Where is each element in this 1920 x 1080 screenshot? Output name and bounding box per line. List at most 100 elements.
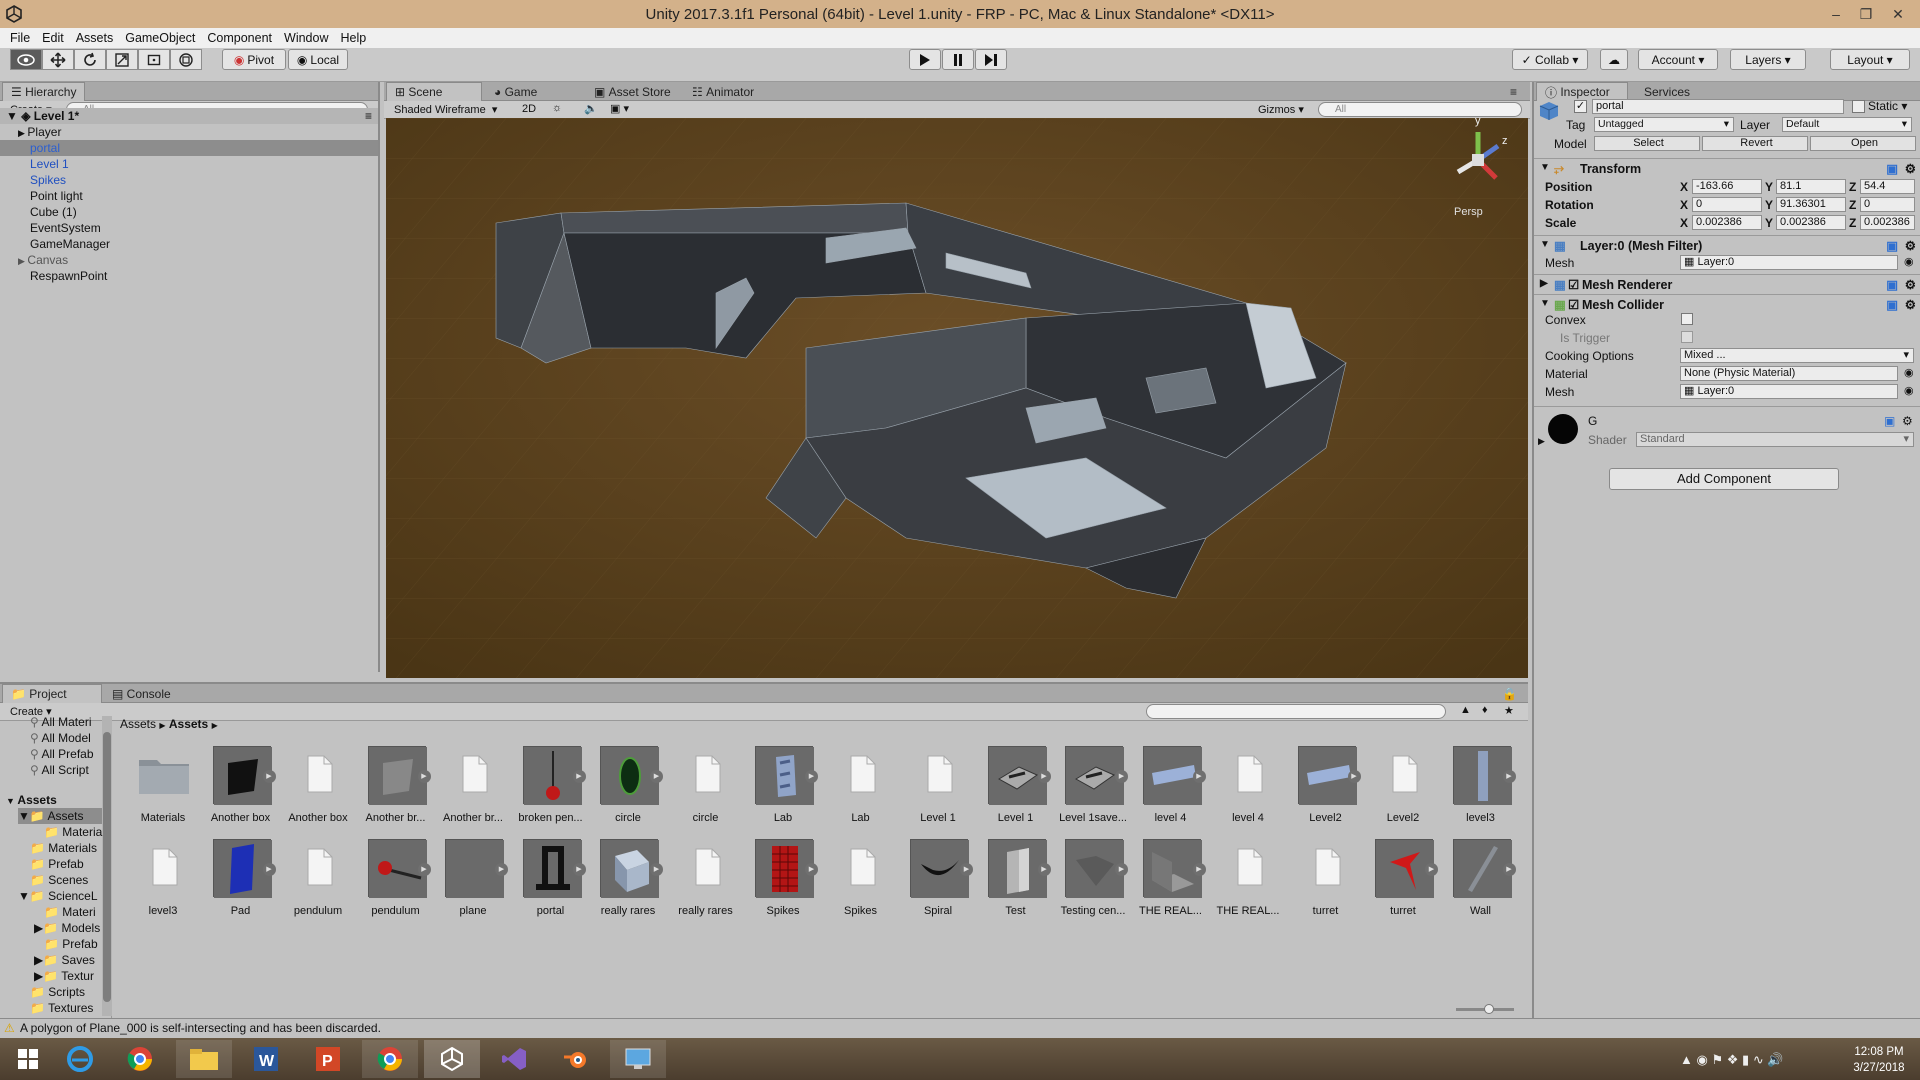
hier-item-spikes[interactable]: Spikes — [0, 172, 378, 188]
convex-checkbox[interactable] — [1681, 313, 1693, 325]
menu-file[interactable]: File — [4, 31, 36, 45]
favorite-star-icon[interactable]: ★ — [1504, 704, 1514, 717]
asset-item[interactable]: ▶ really rares — [590, 839, 666, 929]
expand-arrow-icon[interactable]: ▶ — [1538, 436, 1545, 447]
asset-item[interactable]: ▶ circle — [590, 746, 666, 836]
hier-item-canvas[interactable]: ▶ Canvas — [0, 252, 378, 268]
zoom-slider[interactable] — [1456, 1004, 1514, 1014]
expand-asset-icon[interactable]: ▶ — [1037, 863, 1051, 876]
tree-folder[interactable]: 📁 Prefab — [30, 856, 84, 872]
expand-asset-icon[interactable]: ▶ — [1115, 863, 1128, 876]
taskbar-clock[interactable]: 12:08 PM 3/27/2018 — [1844, 1044, 1914, 1076]
lock-icon[interactable]: 🔒 — [1494, 684, 1525, 703]
rotation-x-field[interactable]: 0 — [1692, 197, 1762, 212]
project-search-input[interactable] — [1146, 704, 1446, 719]
unity-taskbar-icon[interactable] — [424, 1040, 480, 1078]
local-button[interactable]: ◉ Local — [288, 49, 348, 70]
scene-viewport[interactable]: y z Persp — [386, 118, 1528, 678]
asset-item[interactable]: ▶ portal — [513, 839, 589, 929]
expand-asset-icon[interactable]: ▶ — [417, 863, 431, 876]
tree-folder[interactable]: ▶📁 Textur — [34, 968, 94, 984]
tab-console[interactable]: ▤ Console — [104, 684, 179, 703]
hier-item-point-light[interactable]: Point light — [0, 188, 378, 204]
tree-assets-selected[interactable]: ▼📁 Assets — [18, 808, 102, 824]
static-checkbox[interactable] — [1852, 100, 1865, 113]
asset-item[interactable]: Spikes — [823, 839, 899, 929]
position-y-field[interactable]: 81.1 — [1776, 179, 1846, 194]
asset-item[interactable]: ▶ Another box — [203, 746, 279, 836]
gear-icon[interactable]: ⚙ — [1905, 297, 1916, 312]
favorite-all-models[interactable]: ⚲ All Model — [30, 730, 91, 746]
expand-asset-icon[interactable]: ▶ — [1425, 863, 1438, 876]
scene-menu-icon[interactable]: ≡ — [365, 108, 372, 124]
2d-toggle[interactable]: 2D — [522, 103, 536, 115]
pause-button[interactable] — [942, 49, 974, 70]
shading-mode-dropdown[interactable]: Shaded Wireframe ▾ — [394, 103, 508, 117]
asset-item[interactable]: ▶ pendulum — [358, 839, 434, 929]
is-trigger-checkbox[interactable] — [1681, 331, 1693, 343]
model-open-button[interactable]: Open — [1810, 136, 1916, 151]
tab-project[interactable]: 📁 Project — [2, 684, 102, 703]
material-preview-sphere[interactable] — [1548, 414, 1578, 444]
asset-item[interactable]: Level 1 — [900, 746, 976, 836]
pivot-button[interactable]: ◉ Pivot — [222, 49, 286, 70]
asset-item[interactable]: ▶ Another br... — [358, 746, 434, 836]
scale-x-field[interactable]: 0.002386 — [1692, 215, 1762, 230]
effects-dropdown-icon[interactable]: ▣ ▾ — [610, 102, 629, 115]
mesh-renderer-header[interactable]: ▶ ▦ ☑ Mesh Renderer ▣ ⚙ — [1534, 274, 1920, 294]
breadcrumb-item[interactable]: Assets — [169, 717, 208, 731]
asset-item[interactable]: ▶ Level 1save... — [1055, 746, 1131, 836]
powerpoint-icon[interactable]: P — [300, 1040, 356, 1078]
rotation-y-field[interactable]: 91.36301 — [1776, 197, 1846, 212]
expand-asset-icon[interactable]: ▶ — [262, 863, 276, 876]
cloud-button[interactable]: ☁ — [1600, 49, 1628, 70]
tab-animator[interactable]: ☷ Animator — [684, 82, 762, 101]
menu-edit[interactable]: Edit — [36, 31, 70, 45]
step-button[interactable] — [975, 49, 1007, 70]
scene-search-input[interactable]: All — [1318, 102, 1522, 117]
project-tree-scrollbar[interactable] — [102, 716, 112, 1016]
tab-scene[interactable]: ⊞ Scene — [386, 82, 482, 101]
expand-asset-icon[interactable]: ▶ — [417, 770, 431, 783]
remote-desktop-icon[interactable] — [610, 1040, 666, 1078]
close-icon[interactable]: ✕ — [1884, 0, 1912, 28]
hier-item-respawnpoint[interactable]: RespawnPoint — [0, 268, 378, 284]
asset-item[interactable]: Another br... — [435, 746, 511, 836]
asset-item[interactable]: ▶ Lab — [745, 746, 821, 836]
help-icon[interactable]: ▣ — [1886, 297, 1898, 312]
scene-root-row[interactable]: ▼ ◈ Level 1* ≡ — [0, 108, 378, 124]
help-icon[interactable]: ▣ — [1886, 238, 1898, 253]
hier-item-level1[interactable]: Level 1 — [0, 156, 378, 172]
audio-toggle-icon[interactable]: 🔈 — [584, 102, 598, 115]
asset-item[interactable]: ▶ broken pen... — [513, 746, 589, 836]
asset-item[interactable]: pendulum — [280, 839, 356, 929]
menu-window[interactable]: Window — [278, 31, 334, 45]
model-revert-button[interactable]: Revert — [1702, 136, 1808, 151]
hier-item-portal[interactable]: portal — [0, 140, 378, 156]
shader-dropdown[interactable]: Standard ▾ — [1636, 432, 1914, 447]
tree-folder[interactable]: 📁 Materia — [44, 824, 102, 840]
move-tool-button[interactable] — [42, 49, 74, 70]
asset-item[interactable]: ▶ Pad — [203, 839, 279, 929]
expand-asset-icon[interactable]: ▶ — [1502, 863, 1516, 876]
minimize-icon[interactable]: – — [1822, 0, 1850, 28]
mesh-collider-header[interactable]: ▼ ▦ ☑ Mesh Collider ▣ ⚙ — [1534, 294, 1920, 314]
add-component-button[interactable]: Add Component — [1609, 468, 1839, 490]
collider-mesh-field[interactable]: ▦ Layer:0 — [1680, 384, 1898, 399]
hier-item-cube[interactable]: Cube (1) — [0, 204, 378, 220]
model-select-button[interactable]: Select — [1594, 136, 1700, 151]
scale-z-field[interactable]: 0.002386 — [1860, 215, 1915, 230]
view-tool-button[interactable] — [10, 49, 42, 70]
expand-asset-icon[interactable]: ▶ — [572, 770, 586, 783]
expand-asset-icon[interactable]: ▶ — [650, 770, 663, 783]
tray-icons[interactable]: ▲ ◉ ⚑ ❖ ▮ ∿ 🔊 — [1680, 1052, 1784, 1068]
expand-asset-icon[interactable]: ▶ — [1115, 770, 1128, 783]
visual-studio-icon[interactable] — [486, 1040, 542, 1078]
asset-item[interactable]: Materials — [125, 746, 201, 836]
tree-folder[interactable]: 📁 Prefab — [44, 936, 98, 952]
windows-start-icon[interactable] — [0, 1040, 56, 1078]
asset-item[interactable]: ▶ plane — [435, 839, 511, 929]
help-icon[interactable]: ▣ — [1884, 414, 1895, 428]
expand-asset-icon[interactable]: ▶ — [262, 770, 276, 783]
chrome-icon[interactable] — [112, 1040, 168, 1078]
